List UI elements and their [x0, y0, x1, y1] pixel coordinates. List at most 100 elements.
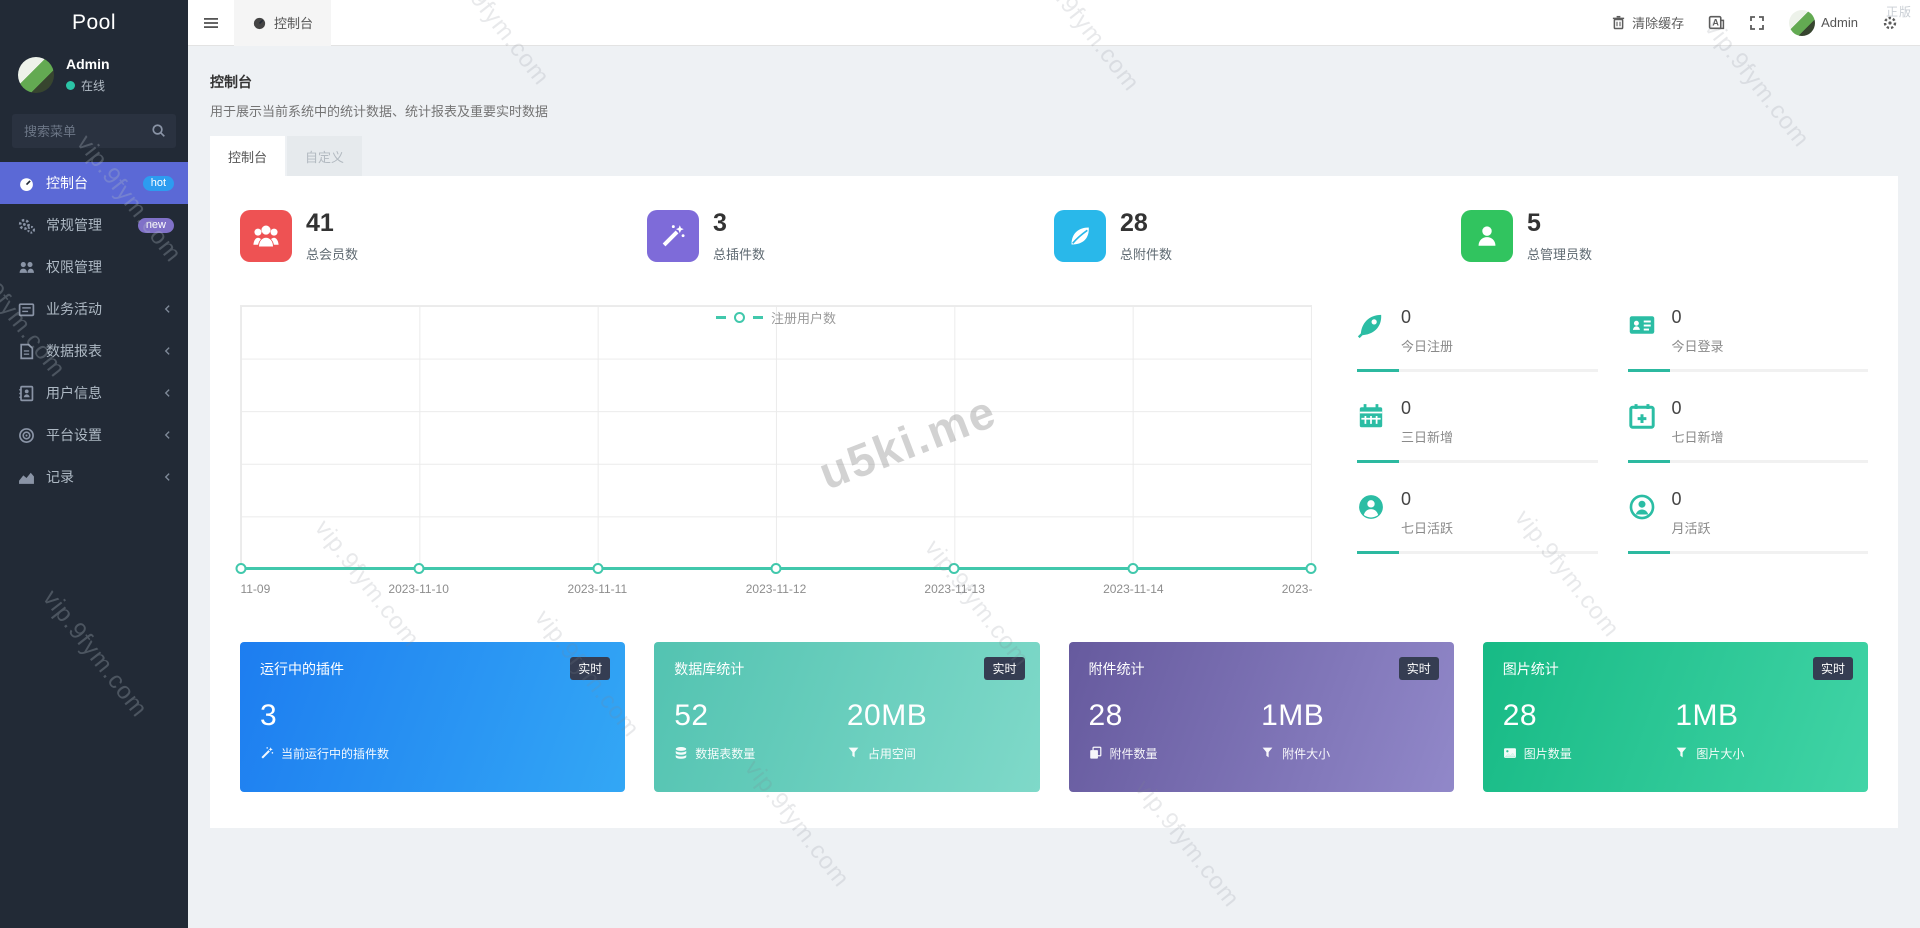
- rocket-icon: [1357, 311, 1387, 341]
- settings-button[interactable]: [1882, 15, 1898, 31]
- user-avatar[interactable]: [18, 57, 54, 93]
- language-icon: [1708, 14, 1725, 31]
- chart-series-line: [235, 562, 1317, 574]
- card-database-stats[interactable]: 数据库统计 实时 52 数据表数量 20MB 占用空间: [654, 641, 1040, 792]
- stat-total-plugins: 3 总插件数: [647, 209, 1054, 263]
- sidebar-item-label: 权限管理: [46, 259, 102, 275]
- sidebar-item-userinfo[interactable]: 用户信息: [0, 372, 188, 414]
- x-axis-tick: 2023-11-13: [924, 581, 985, 596]
- card-attachment-stats[interactable]: 附件统计 实时 28 附件数量 1MB 附件大小: [1068, 641, 1454, 792]
- mini-stat-month-active: 0 月活跃: [1627, 487, 1868, 554]
- mini-stat-today-register: 0 今日注册: [1357, 305, 1598, 372]
- content-tabs: 控制台 自定义: [210, 136, 1898, 176]
- tab-custom[interactable]: 自定义: [287, 136, 363, 176]
- user-status: 在线: [81, 79, 106, 93]
- data-point-marker[interactable]: [770, 562, 782, 574]
- sidebar-item-business[interactable]: 业务活动: [0, 288, 188, 330]
- topbar: 控制台 清除缓存 Admin: [188, 0, 1920, 46]
- realtime-badge: 实时: [1398, 656, 1439, 680]
- user-icon: [1461, 210, 1513, 263]
- file-report-icon: [18, 343, 35, 360]
- sidebar-item-label: 用户信息: [46, 385, 102, 401]
- magic-wand-icon: [647, 210, 699, 263]
- sidebar-item-general[interactable]: 常规管理 new: [0, 204, 188, 246]
- data-point-marker[interactable]: [948, 562, 960, 574]
- online-dot-icon: [66, 81, 75, 90]
- page-content: 控制台 用于展示当前系统中的统计数据、统计报表及重要实时数据 控制台 自定义 4…: [188, 46, 1920, 928]
- user-menu[interactable]: Admin: [1789, 9, 1858, 36]
- card-running-plugins[interactable]: 运行中的插件 实时 3 当前运行中的插件数: [240, 641, 626, 792]
- hot-badge: hot: [142, 175, 174, 191]
- stat-value: 3: [713, 209, 727, 237]
- mini-stat-today-login: 0 今日登录: [1627, 305, 1868, 372]
- data-point-marker[interactable]: [592, 562, 604, 574]
- stat-total-admins: 5 总管理员数: [1461, 209, 1868, 263]
- database-icon: [674, 746, 688, 760]
- user-name: Admin: [66, 56, 110, 72]
- data-point-marker[interactable]: [1127, 562, 1139, 574]
- data-point-marker[interactable]: [413, 562, 425, 574]
- stat-label: 总管理员数: [1527, 246, 1593, 262]
- card-title: 数据库统计: [674, 660, 745, 677]
- chevron-left-icon: [162, 303, 174, 315]
- chevron-left-icon: [162, 429, 174, 441]
- summary-stats-row: 41 总会员数 3 总插件数 28 总附件数 5 总管理员数: [240, 209, 1868, 263]
- clear-cache-button[interactable]: 清除缓存: [1611, 13, 1684, 32]
- card-title: 附件统计: [1088, 660, 1145, 677]
- sidebar-item-label: 业务活动: [46, 301, 102, 317]
- realtime-cards-row: 运行中的插件 实时 3 当前运行中的插件数 数据库统计 实时 52 数据表数量 …: [240, 641, 1868, 792]
- tachometer-icon: [252, 15, 267, 30]
- tab-dashboard[interactable]: 控制台: [210, 136, 286, 176]
- chart-plot-area: 注册用户数: [235, 304, 1317, 574]
- language-button[interactable]: [1708, 14, 1725, 31]
- topbar-username: Admin: [1821, 15, 1858, 30]
- sidebar-item-label: 数据报表: [46, 343, 102, 359]
- x-axis-tick: 2023-11-10: [388, 581, 449, 596]
- legend-label: 注册用户数: [770, 310, 837, 326]
- sidebar: Pool Admin 在线 控制台 hot 常规管理 new: [0, 0, 188, 928]
- sidebar-toggle-button[interactable]: [188, 0, 234, 46]
- sidebar-item-platform-settings[interactable]: 平台设置: [0, 414, 188, 456]
- sidebar-item-label: 记录: [46, 469, 74, 485]
- calendar-icon: [1357, 402, 1387, 432]
- trash-icon: [1611, 15, 1626, 30]
- users-group-icon: [240, 210, 292, 263]
- copy-icon: [1089, 746, 1103, 760]
- registered-users-chart[interactable]: 注册用户数 2023-11-092023-11-102023-11-112023…: [235, 304, 1317, 602]
- stat-value: 5: [1527, 209, 1541, 237]
- card-title: 运行中的插件: [260, 660, 344, 677]
- users-icon: [18, 259, 35, 276]
- legend-marker-icon: [733, 311, 745, 323]
- chart-legend[interactable]: 注册用户数: [715, 308, 837, 327]
- chevron-left-icon: [162, 345, 174, 357]
- funnel-icon: [1675, 746, 1689, 760]
- hamburger-icon: [204, 17, 218, 28]
- data-point-marker[interactable]: [1305, 562, 1317, 574]
- stat-total-members: 41 总会员数: [240, 209, 647, 263]
- x-axis-tick: 2023-11-15: [1281, 581, 1312, 596]
- cog-icon: [1882, 15, 1898, 31]
- address-book-icon: [18, 385, 35, 402]
- sidebar-item-label: 常规管理: [46, 217, 102, 233]
- image-icon: [1503, 746, 1517, 760]
- x-axis-tick: 2023-11-11: [567, 581, 628, 596]
- fullscreen-button[interactable]: [1749, 15, 1765, 31]
- sidebar-item-permissions[interactable]: 权限管理: [0, 246, 188, 288]
- topbar-tab-dashboard[interactable]: 控制台: [234, 0, 332, 46]
- mini-stat-7day-new: 0 七日新增: [1627, 396, 1868, 463]
- list-panel-icon: [18, 301, 35, 318]
- chevron-left-icon: [162, 387, 174, 399]
- calendar-plus-icon: [1628, 402, 1658, 432]
- stat-total-attachments: 28 总附件数: [1054, 209, 1461, 263]
- sidebar-item-reports[interactable]: 数据报表: [0, 330, 188, 372]
- sidebar-item-records[interactable]: 记录: [0, 456, 188, 498]
- realtime-badge: 实时: [984, 656, 1025, 680]
- card-image-stats[interactable]: 图片统计 实时 28 图片数量 1MB 图片大小: [1482, 641, 1868, 792]
- page-subtitle: 用于展示当前系统中的统计数据、统计报表及重要实时数据: [210, 104, 549, 119]
- chart-x-axis: 2023-11-09 2023-11-10 2023-11-11 2023-11-12…: [240, 578, 1312, 602]
- data-point-marker[interactable]: [235, 562, 247, 574]
- user-circle-outline-icon: [1628, 493, 1658, 523]
- sidebar-user-panel: Admin 在线: [0, 46, 188, 108]
- page-title: 控制台: [210, 74, 252, 90]
- sidebar-item-dashboard[interactable]: 控制台 hot: [0, 162, 188, 204]
